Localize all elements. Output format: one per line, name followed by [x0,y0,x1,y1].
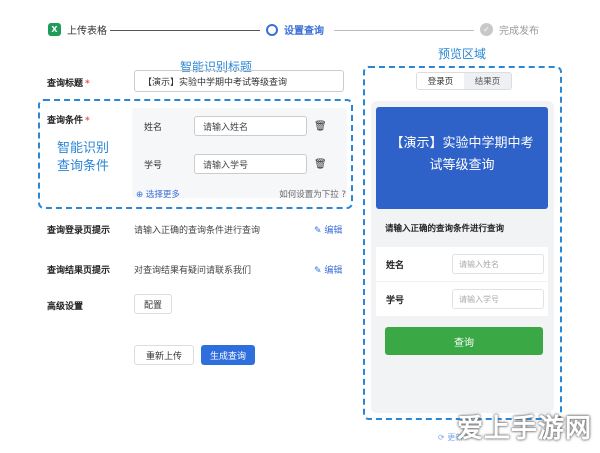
preview-field-row: 姓名 请输入姓名 [376,247,548,281]
stepper: X 上传表格 设置查询 ✓ 完成发布 [48,22,548,40]
condition-footer: ⊕ 选择更多 如何设置为下拉 ? [136,188,346,200]
preview-field-row: 学号 请输入学号 [376,282,548,316]
tab-result-page[interactable]: 结果页 [464,73,511,89]
step-publish[interactable]: ✓ 完成发布 [480,22,539,37]
check-circle-icon: ✓ [480,23,493,36]
step-setup-label: 设置查询 [284,26,324,37]
preview-tip: 请输入正确的查询条件进行查询 [385,224,505,234]
preview-tabs: 登录页 结果页 [416,72,512,90]
dropdown-help-link[interactable]: 如何设置为下拉 ? [279,188,346,200]
title-input[interactable]: 【演示】实验中学期中考试等级查询 [134,70,344,92]
select-more-link[interactable]: ⊕ 选择更多 [136,188,180,200]
step-connector [334,30,474,31]
result-tip-label: 查询结果页提示 [47,266,111,276]
condition-panel: 姓名 请输入姓名 🗑 学号 请输入学号 🗑 ⊕ 选择更多 如何设置为下拉 ? [132,108,347,200]
result-tip-value: 对查询结果有疑问请联系我们 [134,266,252,276]
watermark-logo: 爱上手游网 [456,414,592,444]
advanced-label: 高级设置 [47,302,84,312]
step-upload[interactable]: X 上传表格 [48,22,107,37]
annotation-preview: 预览区域 [438,47,487,61]
title-label: 查询标题 * [47,79,90,89]
condition-name: 姓名 [144,122,163,133]
tab-login-page[interactable]: 登录页 [417,73,464,89]
preview-field-label: 姓名 [386,260,405,271]
reupload-button[interactable]: 重新上传 [134,345,194,365]
trash-icon[interactable]: 🗑 [314,159,328,170]
preview-field-input[interactable]: 请输入学号 [452,289,544,309]
preview-banner: 【演示】实验中学期中考试等级查询 [376,107,548,209]
preview-field-label: 学号 [386,295,405,306]
trash-icon[interactable]: 🗑 [314,121,328,132]
step-connector [110,30,260,31]
annotation-condition: 智能识别查询条件 [57,141,110,174]
login-tip-value: 请输入正确的查询条件进行查询 [134,226,261,236]
edit-result-tip-button[interactable]: ✎ 编辑 [314,263,342,276]
condition-label: 查询条件 * [47,116,90,126]
condition-input[interactable]: 请输入学号 [194,154,307,174]
config-button[interactable]: 配置 [134,294,172,314]
condition-name: 学号 [144,160,163,171]
condition-row: 学号 请输入学号 🗑 [144,154,328,174]
current-step-icon [266,23,278,36]
condition-row: 姓名 请输入姓名 🗑 [144,116,328,136]
preview-field-input[interactable]: 请输入姓名 [452,254,544,274]
phone-preview: 【演示】实验中学期中考试等级查询 请输入正确的查询条件进行查询 姓名 请输入姓名… [371,101,554,413]
step-setup-query[interactable]: 设置查询 [266,22,324,37]
excel-icon: X [48,23,61,36]
edit-login-tip-button[interactable]: ✎ 编辑 [314,223,342,236]
generate-query-button[interactable]: 生成查询 [201,345,255,365]
step-publish-label: 完成发布 [499,26,539,37]
preview-query-button[interactable]: 查询 [385,327,543,355]
condition-input[interactable]: 请输入姓名 [194,116,307,136]
step-upload-label: 上传表格 [67,26,107,37]
login-tip-label: 查询登录页提示 [47,226,111,236]
